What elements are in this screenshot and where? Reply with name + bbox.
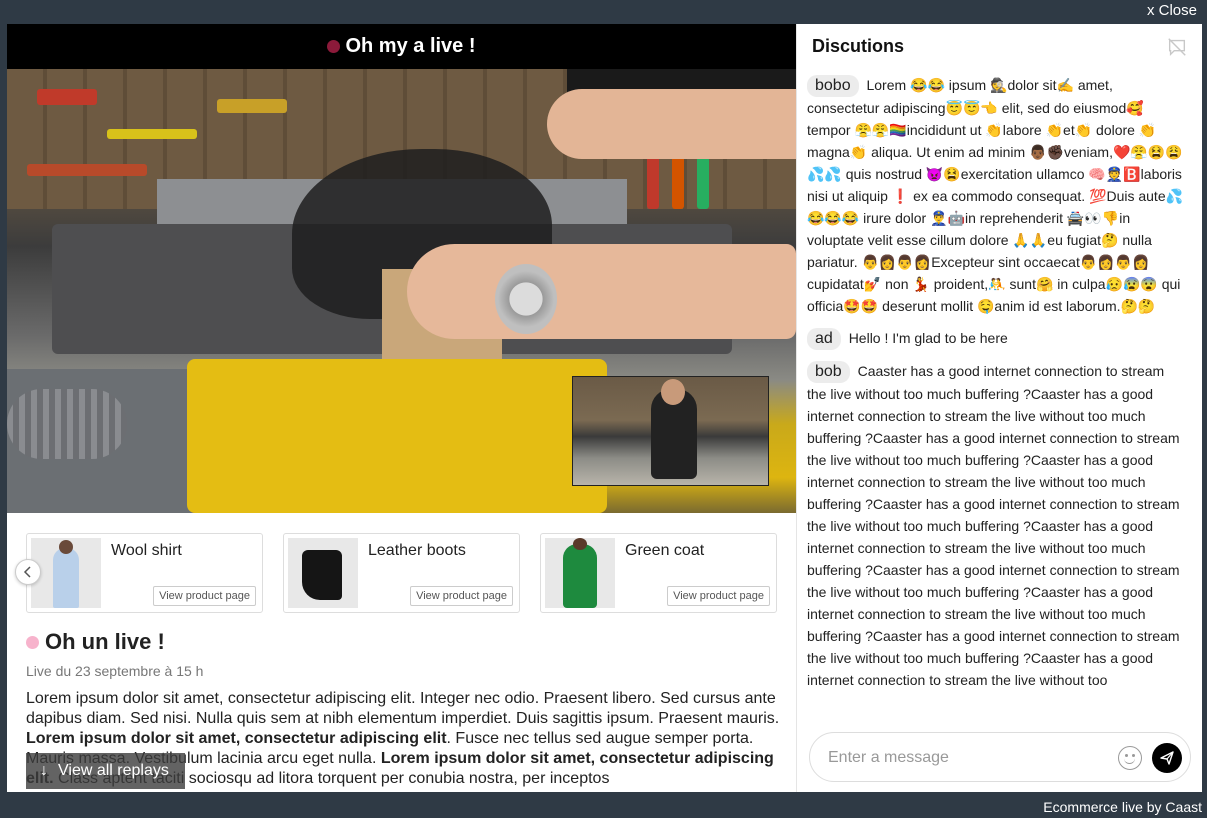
carousel-prev-button[interactable] [15, 559, 41, 585]
product-name: Leather boots [368, 542, 466, 559]
message-author: bob [807, 361, 850, 383]
message-text: Lorem 😂😂 ipsum 🕵️dolor sit✍️ amet, conse… [807, 77, 1184, 314]
video-detail [107, 129, 197, 139]
message-text: Caaster has a good internet connection t… [807, 363, 1180, 688]
video-detail [217, 99, 287, 113]
live-title: Oh my a live ! [345, 35, 476, 57]
product-image-detail [563, 544, 597, 608]
live-date: Live du 23 septembre à 15 h [26, 663, 204, 679]
live-panel: Oh my a live ! Wool shirt View product p… [7, 24, 796, 792]
message-input[interactable] [828, 743, 1108, 773]
product-image-detail [59, 540, 73, 554]
product-name: Green coat [625, 542, 705, 559]
page-title: Oh un live ! [45, 629, 165, 654]
chevron-left-icon [23, 566, 31, 578]
product-name: Wool shirt [111, 542, 182, 559]
view-product-button[interactable]: View product page [153, 586, 256, 606]
send-button[interactable] [1152, 743, 1182, 773]
close-button[interactable]: x Close [1147, 2, 1197, 19]
emoji-icon[interactable] [1118, 746, 1142, 770]
message-composer [809, 732, 1191, 782]
brand-footer: Ecommerce live by Caast [1043, 799, 1202, 815]
replays-label: View all replays [58, 762, 169, 779]
product-image [288, 538, 358, 608]
product-image-detail [573, 538, 587, 550]
product-carousel: Wool shirt View product page Leather boo… [7, 529, 796, 619]
chat-title: Discutions [812, 36, 905, 56]
product-card[interactable]: Leather boots View product page [283, 533, 520, 613]
picture-in-picture-video[interactable] [572, 376, 769, 486]
chat-message: bobo Lorem 😂😂 ipsum 🕵️dolor sit✍️ amet, … [807, 74, 1185, 317]
view-product-button[interactable]: View product page [410, 586, 513, 606]
product-image-detail [53, 548, 79, 608]
arrow-down-icon: ↓ [40, 762, 48, 779]
live-indicator-dot [327, 40, 341, 53]
info-title-row: Oh un live ! [26, 629, 786, 655]
product-card[interactable]: Wool shirt View product page [26, 533, 263, 613]
live-modal: Oh my a live ! Wool shirt View product p… [7, 24, 1202, 792]
video-detail [7, 389, 127, 459]
view-all-replays-button[interactable]: ↓ View all replays [26, 753, 185, 789]
video-detail [407, 244, 796, 339]
status-dot [26, 635, 39, 649]
product-image [31, 538, 101, 608]
video-detail [37, 89, 97, 105]
product-card[interactable]: Green coat View product page [540, 533, 777, 613]
pip-detail [661, 379, 685, 405]
message-list[interactable]: bobo Lorem 😂😂 ipsum 🕵️dolor sit✍️ amet, … [807, 74, 1185, 722]
video-detail [495, 264, 557, 334]
video-player[interactable] [7, 69, 796, 513]
video-detail [27, 164, 147, 176]
description-text: Lorem ipsum dolor sit amet, consectetur … [26, 690, 780, 727]
message-author: ad [807, 328, 841, 350]
message-text: Hello ! I'm glad to be here [848, 330, 1008, 346]
chat-message: ad Hello ! I'm glad to be here [807, 327, 1185, 350]
send-icon [1160, 751, 1174, 765]
chat-message: bob Caaster has a good internet connecti… [807, 360, 1185, 691]
description-bold-text: Lorem ipsum dolor sit amet, consectetur … [26, 730, 447, 747]
chat-panel: Discutions bobo Lorem 😂😂 ipsum 🕵️dolor s… [796, 24, 1202, 792]
video-detail [187, 359, 607, 513]
product-image [545, 538, 615, 608]
product-image-detail [302, 550, 342, 600]
message-author: bobo [807, 75, 859, 97]
video-detail [547, 89, 796, 159]
chat-off-icon[interactable] [1166, 36, 1188, 58]
view-product-button[interactable]: View product page [667, 586, 770, 606]
live-header: Oh my a live ! [7, 24, 796, 69]
